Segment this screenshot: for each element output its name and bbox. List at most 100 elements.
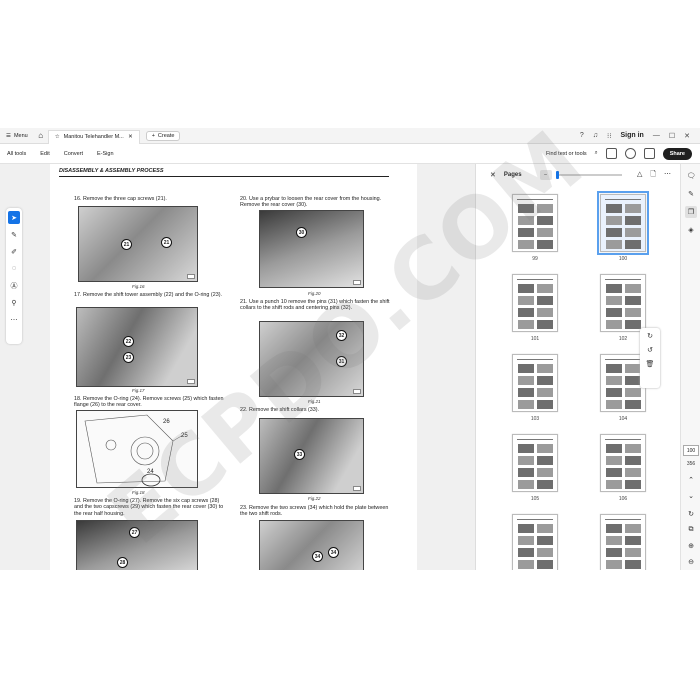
- thumbnail-figure: [625, 444, 641, 453]
- thumbnail-figure: [625, 240, 641, 249]
- page-thumbnail[interactable]: [600, 274, 646, 332]
- page-thumbnail[interactable]: [512, 274, 558, 332]
- rotate-clockwise-icon[interactable]: ↻: [647, 332, 653, 340]
- insert-page-icon[interactable]: 🗋: [650, 170, 656, 181]
- create-button[interactable]: + Create: [145, 130, 181, 141]
- page-thumbnail[interactable]: [597, 191, 649, 255]
- save-icon[interactable]: [605, 148, 617, 159]
- draw-lasso-icon[interactable]: ◌: [8, 262, 20, 275]
- thumbnail-figure: [518, 456, 534, 465]
- thumbnail-figure: [518, 364, 534, 373]
- edit-pdf-icon[interactable]: ✎: [685, 188, 697, 200]
- refresh-icon[interactable]: ↻: [685, 508, 697, 520]
- tab-document[interactable]: ☆ Manitou Telehandler M... ✕: [47, 129, 140, 144]
- select-cursor-icon[interactable]: ➤: [8, 211, 20, 224]
- highlight-pen-icon[interactable]: ✐: [8, 245, 20, 258]
- chevron-up-icon[interactable]: ⌃: [685, 474, 697, 486]
- thumbnail-figure: [518, 296, 534, 305]
- search-icon[interactable]: ⌕: [595, 150, 598, 157]
- figure-image: 34 34: [259, 520, 364, 570]
- thumbnail-figure: [537, 296, 553, 305]
- document-page[interactable]: DISASSEMBLY & ASSEMBLY PROCESS 16. Remov…: [50, 164, 417, 570]
- find-text-label[interactable]: Find text or tools: [546, 151, 587, 157]
- star-icon[interactable]: ☆: [55, 134, 60, 140]
- share-button[interactable]: Share: [662, 147, 692, 160]
- page-thumbnail[interactable]: [512, 194, 558, 252]
- window-controls: ? ♫ ⁝⁝ Sign in — ☐ ✕: [580, 132, 700, 140]
- thumbnail-figure: [625, 204, 641, 213]
- print-icon[interactable]: [643, 148, 655, 159]
- maximize-icon[interactable]: ☐: [669, 132, 675, 140]
- sign-in-link[interactable]: Sign in: [621, 132, 644, 139]
- menu-edit[interactable]: Edit: [33, 151, 56, 157]
- bell-icon[interactable]: ♫: [593, 132, 598, 139]
- thumbnail-figure: [625, 388, 641, 397]
- page-thumbnail[interactable]: [512, 354, 558, 412]
- page-thumbnail[interactable]: [512, 514, 558, 570]
- current-page-field[interactable]: 100: [683, 445, 699, 456]
- apps-icon[interactable]: ⁝⁝: [607, 132, 611, 140]
- document-scroll-area[interactable]: [417, 164, 475, 570]
- thumbnail-figure: [606, 468, 622, 477]
- thumbnail-figure: [625, 468, 641, 477]
- thumbnail-figure: [537, 400, 553, 409]
- thumbnail-figure: [625, 296, 641, 305]
- page-thumbnail[interactable]: [600, 514, 646, 570]
- thumbnail-figure: [518, 524, 534, 533]
- figure-caption: Fig.20: [308, 291, 321, 296]
- upload-icon[interactable]: [624, 148, 636, 159]
- thumbnail-figure: [625, 480, 641, 489]
- comments-icon[interactable]: 🗨: [685, 170, 697, 182]
- thumbnail-size-slider[interactable]: [555, 171, 622, 179]
- pages-icon[interactable]: ❐: [685, 206, 697, 218]
- layers-icon[interactable]: ◈: [685, 224, 697, 236]
- close-window-icon[interactable]: ✕: [684, 132, 690, 140]
- slider-handle[interactable]: [555, 171, 559, 179]
- menu-convert[interactable]: Convert: [57, 151, 90, 157]
- menu-all-tools[interactable]: All tools: [0, 151, 33, 157]
- callout: 22: [123, 336, 134, 347]
- minimize-icon[interactable]: —: [653, 132, 660, 139]
- menu-button[interactable]: ☰ Menu: [0, 133, 34, 139]
- zoom-out-thumbnails-button[interactable]: –: [539, 170, 552, 180]
- menu-bar: All tools Edit Convert E-Sign Find text …: [0, 144, 700, 164]
- figure-caption: Fig.18: [132, 490, 145, 495]
- step-text: 18. Remove the O-ring (24). Remove screw…: [74, 396, 224, 409]
- rotate-counterclockwise-icon[interactable]: ↺: [647, 346, 653, 354]
- rotate-page-icon[interactable]: △: [637, 170, 642, 181]
- thumbnail-figure: [625, 284, 641, 293]
- thumbnail-figure: [606, 204, 622, 213]
- text-box-icon[interactable]: Ⓐ: [8, 279, 20, 292]
- page-thumbnail-number: 104: [618, 416, 628, 422]
- zoom-in-icon[interactable]: ⊕: [685, 540, 697, 552]
- more-options-icon[interactable]: ⋯: [664, 170, 671, 181]
- comment-add-icon[interactable]: ✎: [8, 228, 20, 241]
- copy-icon[interactable]: ⧉: [685, 524, 697, 536]
- thumbnail-figure: [606, 524, 622, 533]
- more-tools-icon[interactable]: ⋯: [8, 313, 20, 326]
- close-panel-icon[interactable]: ✕: [476, 171, 504, 179]
- home-icon[interactable]: ⌂: [34, 131, 48, 140]
- thumbnail-figure: [625, 524, 641, 533]
- thumbnail-figure: [606, 376, 622, 385]
- figure-image: 32 31: [259, 321, 364, 397]
- page-thumbnail-number: 99: [532, 256, 538, 262]
- stamp-icon[interactable]: ⚲: [8, 296, 20, 309]
- callout: 30: [296, 227, 307, 238]
- callout-label: 24: [147, 469, 154, 475]
- thumbnail-figure: [537, 480, 553, 489]
- delete-page-icon[interactable]: 🗑: [646, 360, 655, 368]
- close-tab-icon[interactable]: ✕: [128, 134, 133, 140]
- flange-drawing: [84, 414, 184, 487]
- zoom-out-icon[interactable]: ⊖: [685, 556, 697, 568]
- tab-document-title: Manitou Telehandler M...: [63, 134, 124, 140]
- page-thumbnail[interactable]: [512, 434, 558, 492]
- page-thumbnail[interactable]: [600, 434, 646, 492]
- help-icon[interactable]: ?: [580, 132, 584, 139]
- step-text: 22. Remove the shift collars (33).: [240, 407, 320, 413]
- chevron-down-icon[interactable]: ⌄: [685, 490, 697, 502]
- step-text: 23. Remove the two screws (34) which hol…: [240, 505, 389, 518]
- thumbnail-figure: [518, 376, 534, 385]
- thumbnail-figure: [606, 216, 622, 225]
- menu-esign[interactable]: E-Sign: [90, 151, 121, 157]
